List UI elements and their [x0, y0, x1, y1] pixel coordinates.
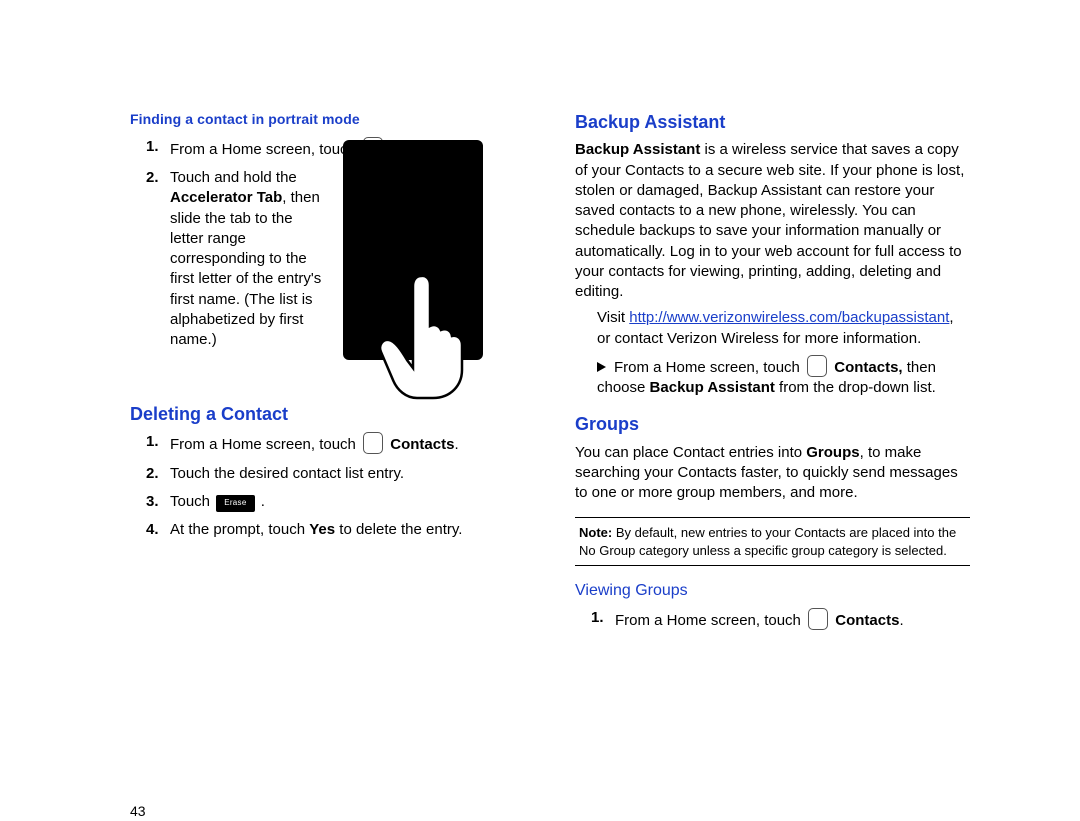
contacts-icon [808, 608, 828, 630]
contacts-icon [807, 355, 827, 377]
manual-page: Finding a contact in portrait mode From … [0, 0, 1080, 771]
backup-desc: Backup Assistant is a wireless service t… [575, 140, 970, 302]
viewing-step-1: From a Home screen, touch Contacts. [615, 608, 970, 631]
delete-step-2: Touch the desired contact list entry. [170, 464, 525, 484]
groups-desc: You can place Contact entries into Group… [575, 443, 970, 504]
groups-heading: Groups [575, 412, 970, 436]
delete-step-3: Touch Erase . [170, 492, 525, 512]
erase-button-icon: Erase [216, 495, 254, 512]
contacts-icon [363, 432, 383, 454]
page-number: 43 [130, 802, 146, 821]
phone-touch-illustration [343, 140, 483, 360]
viewing-groups-heading: Viewing Groups [575, 580, 970, 602]
backup-visit: Visit http://www.verizonwireless.com/bac… [575, 308, 970, 349]
finding-step-2: Touch and hold the Accelerator Tab, then… [170, 168, 525, 360]
groups-note: Note: By default, new entries to your Co… [575, 517, 970, 566]
backup-url-link[interactable]: http://www.verizonwireless.com/backupass… [629, 309, 949, 326]
backup-assistant-heading: Backup Assistant [575, 110, 970, 134]
deleting-steps: From a Home screen, touch Contacts. Touc… [130, 432, 525, 540]
finding-contact-heading: Finding a contact in portrait mode [130, 110, 525, 129]
delete-step-1: From a Home screen, touch Contacts. [170, 432, 525, 455]
viewing-steps: From a Home screen, touch Contacts. [575, 608, 970, 631]
right-column: Backup Assistant Backup Assistant is a w… [575, 110, 970, 771]
backup-step: From a Home screen, touch Contacts, then… [575, 355, 970, 399]
bullet-triangle-icon [597, 362, 606, 372]
delete-step-4: At the prompt, touch Yes to delete the e… [170, 520, 525, 540]
hand-icon [373, 270, 473, 400]
deleting-contact-heading: Deleting a Contact [130, 402, 525, 426]
left-column: Finding a contact in portrait mode From … [130, 110, 525, 771]
finding-steps: From a Home screen, touch Contacts. Touc… [130, 137, 525, 360]
step2-text: Touch and hold the Accelerator Tab, then… [170, 168, 325, 350]
